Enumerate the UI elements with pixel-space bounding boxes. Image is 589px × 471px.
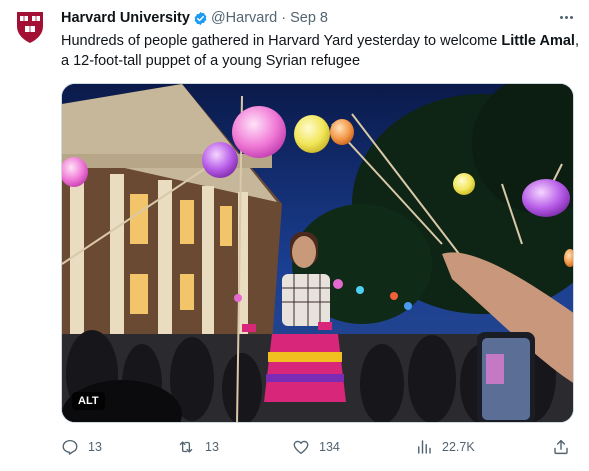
tweet-photo[interactable]: ALT — [61, 83, 574, 423]
display-name[interactable]: Harvard University — [61, 10, 190, 26]
share-button[interactable] — [552, 436, 570, 458]
views-count: 22.7K — [442, 440, 475, 454]
like-count: 134 — [319, 440, 340, 454]
tweet-text: Hundreds of people gathered in Harvard Y… — [61, 31, 581, 71]
separator-dot: · — [281, 10, 287, 26]
tweet-header: Harvard University @Harvard · Sep 8 — [61, 9, 328, 27]
reply-icon — [62, 439, 78, 455]
heart-icon — [293, 440, 309, 455]
tweet-actions-bar: 13 13 134 22.7K — [61, 436, 576, 458]
views-button[interactable]: 22.7K — [415, 436, 475, 458]
like-button[interactable]: 134 — [292, 436, 340, 458]
tweet-date[interactable]: Sep 8 — [290, 10, 328, 26]
views-chart-icon — [418, 440, 431, 454]
tweet-text-before: Hundreds of people gathered in Harvard Y… — [61, 33, 502, 49]
avatar[interactable] — [13, 10, 47, 44]
tweet-card[interactable]: Harvard University @Harvard · Sep 8 Hund… — [0, 0, 589, 471]
reply-count: 13 — [88, 440, 102, 454]
tweet-text-bold: Little Amal — [501, 33, 575, 49]
photo-illustration — [62, 84, 573, 422]
retweet-button[interactable]: 13 — [176, 436, 219, 458]
account-handle[interactable]: @Harvard — [211, 10, 277, 26]
retweet-icon — [179, 441, 193, 453]
retweet-count: 13 — [205, 440, 219, 454]
share-icon — [554, 439, 568, 455]
harvard-shield-logo — [17, 12, 43, 43]
verified-badge-icon — [193, 11, 208, 26]
alt-text-badge[interactable]: ALT — [72, 392, 105, 410]
reply-button[interactable]: 13 — [61, 436, 102, 458]
more-options-icon[interactable] — [556, 8, 576, 26]
